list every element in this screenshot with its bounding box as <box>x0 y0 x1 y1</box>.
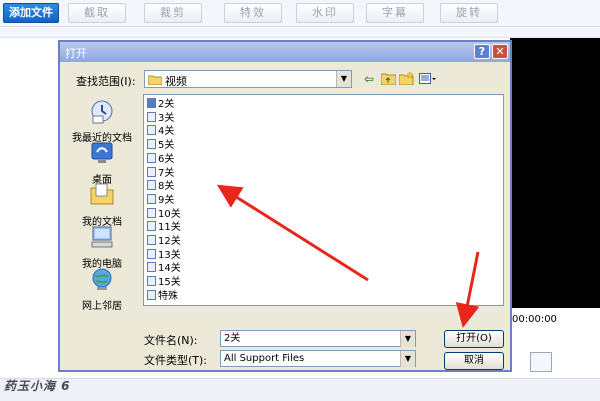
file-name: 10关 <box>158 208 181 220</box>
my-computer-icon <box>64 224 140 253</box>
crop-button[interactable]: 裁剪 <box>144 3 202 23</box>
file-item[interactable]: 4关 <box>147 125 174 138</box>
file-name: 7关 <box>158 167 175 179</box>
filename-input[interactable]: 2关 ▼ <box>220 330 416 347</box>
place-my-documents[interactable]: 我的文档 <box>64 182 140 228</box>
file-name: 15关 <box>158 277 181 289</box>
file-icon <box>147 166 156 177</box>
place-recent[interactable]: 我最近的文档 <box>64 98 140 144</box>
chevron-down-icon[interactable]: ▼ <box>336 71 351 87</box>
file-item[interactable]: 14关 <box>147 262 181 275</box>
effects-button[interactable]: 特效 <box>224 3 282 23</box>
place-desktop[interactable]: 桌面 <box>64 140 140 186</box>
file-icon <box>147 248 156 259</box>
file-name: 11关 <box>158 222 181 234</box>
file-icon <box>147 262 156 273</box>
my-documents-icon <box>64 182 140 211</box>
file-name: 2关 <box>158 99 175 110</box>
file-icon <box>147 193 156 204</box>
file-item[interactable]: 5关 <box>147 139 174 152</box>
file-icon <box>147 289 156 300</box>
file-item[interactable]: 8关 <box>147 180 174 193</box>
view-menu-icon[interactable] <box>419 70 437 88</box>
file-name: 8关 <box>158 181 175 193</box>
side-control[interactable] <box>530 352 552 372</box>
look-in-value: 视频 <box>165 75 187 88</box>
folder-icon <box>147 74 163 88</box>
places-bar: 我最近的文档 桌面 我的文档 我的电脑 网上邻居 <box>64 94 140 312</box>
filetype-label: 文件类型(T): <box>144 354 208 367</box>
help-button[interactable]: ? <box>474 44 490 59</box>
file-name: 14关 <box>158 263 181 275</box>
file-item[interactable]: 6关 <box>147 152 175 166</box>
open-file-dialog: 打开 ? ✕ 查找范围(I): 视频 ▼ ⇦ 我最近的文档 桌面 我的文档 我的… <box>58 40 512 372</box>
file-name: 9关 <box>158 194 175 206</box>
file-name: 12关 <box>158 236 181 247</box>
filetype-select[interactable]: All Support Files ▼ <box>220 350 416 367</box>
app-toolbar: 添加文件 截取 裁剪 特效 水印 字幕 旋转 <box>0 0 600 27</box>
file-icon <box>147 139 156 150</box>
add-file-button[interactable]: 添加文件 <box>3 3 59 23</box>
file-item[interactable]: 2关 <box>147 98 174 111</box>
file-item[interactable]: 9关 <box>147 193 175 207</box>
file-item[interactable]: 10关 <box>147 207 181 221</box>
time-display: 00:00:00 <box>512 314 557 325</box>
filename-value: 2关 <box>224 333 241 344</box>
file-icon <box>147 111 156 122</box>
file-name: 5关 <box>158 140 175 152</box>
filename-label: 文件名(N): <box>144 334 198 347</box>
file-item[interactable]: 7关 <box>147 166 175 180</box>
file-item[interactable]: 特殊 <box>147 289 178 303</box>
close-button[interactable]: ✕ <box>492 44 508 59</box>
place-network[interactable]: 网上邻居 <box>64 266 140 312</box>
file-list[interactable]: 2关 3关 4关 5关 6关 7关 8关 9关 10关 11关 12关 13关 14关 15关 特殊 <box>143 94 504 306</box>
cancel-button[interactable]: 取消 <box>444 352 504 370</box>
open-button[interactable]: 打开(O) <box>444 330 504 348</box>
dialog-title: 打开 <box>65 47 87 60</box>
chevron-down-icon[interactable]: ▼ <box>400 331 415 347</box>
file-icon <box>147 276 156 287</box>
desktop-icon <box>64 140 140 169</box>
file-icon <box>147 180 156 191</box>
clip-button[interactable]: 截取 <box>68 3 126 23</box>
file-name: 6关 <box>158 153 175 165</box>
look-in-label: 查找范围(I): <box>76 75 136 88</box>
chevron-down-icon[interactable]: ▼ <box>400 351 415 367</box>
look-in-dropdown[interactable]: 视频 ▼ <box>144 70 352 88</box>
file-name: 4关 <box>158 126 175 138</box>
file-item[interactable]: 12关 <box>147 235 181 248</box>
app-subheader <box>0 27 600 38</box>
file-icon <box>147 152 156 163</box>
file-icon <box>147 235 156 245</box>
filetype-value: All Support Files <box>224 353 305 364</box>
up-folder-icon[interactable] <box>380 70 397 88</box>
new-folder-icon[interactable] <box>398 70 414 88</box>
rotate-button[interactable]: 旋转 <box>440 3 498 23</box>
back-arrow-icon[interactable]: ⇦ <box>364 70 374 88</box>
recent-documents-icon <box>64 98 140 127</box>
dialog-titlebar[interactable]: 打开 ? ✕ <box>60 42 510 62</box>
video-preview <box>510 38 600 308</box>
file-icon <box>147 207 156 218</box>
file-icon <box>147 98 156 108</box>
place-my-computer[interactable]: 我的电脑 <box>64 224 140 270</box>
file-name: 特殊 <box>158 290 178 302</box>
file-item[interactable]: 15关 <box>147 276 181 289</box>
file-name: 13关 <box>158 249 181 261</box>
bottom-strip <box>0 378 600 401</box>
file-icon <box>147 221 156 232</box>
file-item[interactable]: 13关 <box>147 248 181 262</box>
file-item[interactable]: 11关 <box>147 221 181 234</box>
file-icon <box>147 125 156 136</box>
subtitle-button[interactable]: 字幕 <box>366 3 424 23</box>
file-item[interactable]: 3关 <box>147 111 175 125</box>
place-label: 网上邻居 <box>82 301 122 312</box>
watermark-button[interactable]: 水印 <box>296 3 354 23</box>
footer-watermark: 药玉小海 6 <box>4 379 71 393</box>
network-places-icon <box>64 266 140 295</box>
file-name: 3关 <box>158 112 175 124</box>
